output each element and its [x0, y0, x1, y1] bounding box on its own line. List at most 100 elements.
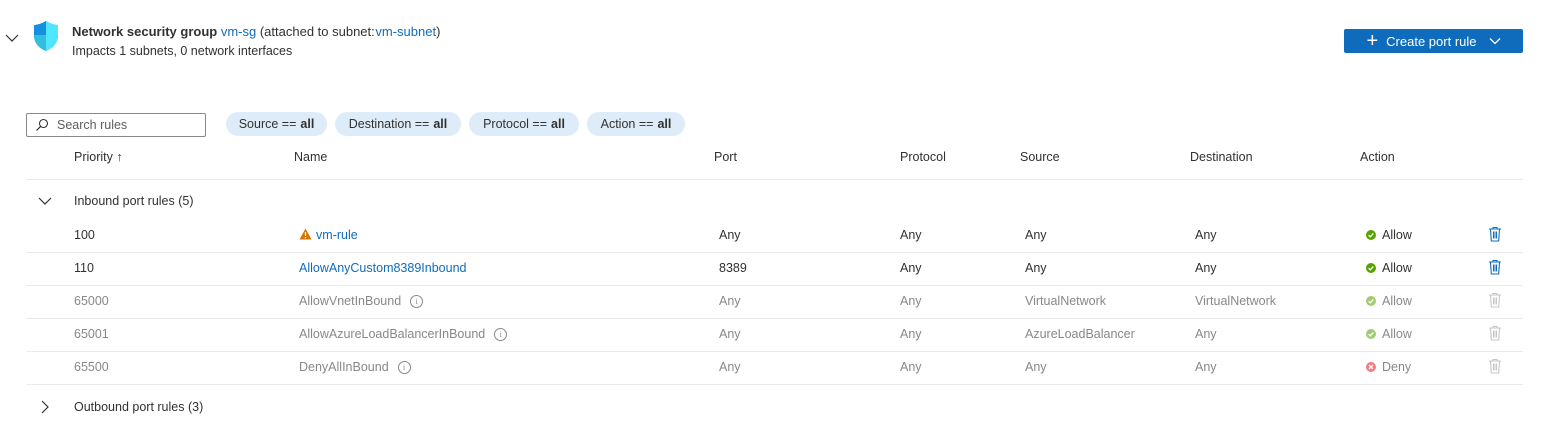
shield-icon: [34, 21, 58, 51]
search-input[interactable]: [57, 118, 197, 132]
rule-action: Allow: [1366, 294, 1412, 308]
column-header-protocol[interactable]: Protocol: [900, 150, 946, 164]
table-row[interactable]: 65001 AllowAzureLoadBalancerInBound i Any An…: [26, 318, 1523, 352]
filter-pill-protocol[interactable]: Protocol == all: [469, 112, 579, 136]
filter-pill-action[interactable]: Action == all: [587, 112, 685, 136]
filter-pill-destination[interactable]: Destination == all: [335, 112, 461, 136]
rule-action-label: Deny: [1382, 360, 1412, 374]
rule-source: Any: [1025, 228, 1047, 242]
rule-name-cell: DenyAllInBound i: [299, 360, 411, 375]
rule-priority: 100: [74, 228, 95, 242]
chevron-down-icon[interactable]: [38, 194, 52, 208]
delete-icon[interactable]: [1488, 358, 1502, 374]
nsg-name-link[interactable]: vm-sg: [221, 24, 256, 39]
column-header-source[interactable]: Source: [1020, 150, 1060, 164]
rule-action: Allow: [1366, 228, 1412, 242]
column-header-action[interactable]: Action: [1360, 150, 1395, 164]
group-outbound[interactable]: Outbound port rules (3): [26, 392, 1523, 424]
rule-source: VirtualNetwork: [1025, 294, 1107, 308]
rule-port: Any: [719, 228, 741, 242]
rule-protocol: Any: [900, 360, 922, 374]
attached-prefix: (attached to subnet:: [259, 24, 375, 39]
rule-name-cell: AllowVnetInBound i: [299, 294, 424, 309]
rule-protocol: Any: [900, 294, 922, 308]
filter-value: all: [657, 117, 672, 131]
nsg-title: Network security group vm-sg (attached t…: [72, 24, 440, 39]
allow-icon: [1366, 230, 1376, 240]
rule-destination: Any: [1195, 228, 1217, 242]
rule-priority: 110: [74, 261, 94, 275]
filter-key: Destination ==: [348, 117, 430, 131]
group-inbound-label: Inbound port rules (5): [74, 194, 194, 208]
column-header-priority[interactable]: Priority ↑: [74, 150, 123, 164]
rule-action: Deny: [1366, 360, 1411, 374]
table-row[interactable]: 110 AllowAnyCustom8389Inbound 8389 Any Any An…: [26, 252, 1523, 286]
rule-action-label: Allow: [1382, 228, 1412, 242]
filter-pill-source[interactable]: Source == all: [226, 112, 327, 136]
info-icon[interactable]: i: [494, 328, 508, 342]
rule-port: Any: [719, 327, 741, 341]
filter-key: Action ==: [600, 117, 654, 131]
table-row[interactable]: 65000 AllowVnetInBound i Any Any VirtualNetwo…: [26, 285, 1523, 319]
allow-icon: [1366, 296, 1376, 306]
rule-destination: Any: [1195, 261, 1217, 275]
chevron-down-icon: [1489, 38, 1500, 45]
filter-value: all: [433, 117, 448, 131]
header-divider: [26, 179, 1523, 180]
delete-icon[interactable]: [1488, 325, 1502, 341]
column-header-port[interactable]: Port: [714, 150, 737, 164]
rule-destination: Any: [1195, 360, 1217, 374]
rule-source: Any: [1025, 360, 1047, 374]
rule-priority: 65500: [74, 360, 109, 374]
chevron-right-icon[interactable]: [38, 400, 52, 414]
allow-icon: [1366, 329, 1376, 339]
subnet-link[interactable]: vm-subnet: [375, 24, 436, 39]
info-icon[interactable]: i: [410, 295, 424, 309]
rule-protocol: Any: [900, 327, 922, 341]
filter-key: Protocol ==: [483, 117, 548, 131]
rule-name-link[interactable]: vm-rule: [316, 228, 358, 242]
rule-port: 8389: [719, 261, 747, 275]
rule-action-label: Allow: [1382, 261, 1412, 275]
rule-destination: VirtualNetwork: [1195, 294, 1277, 308]
group-outbound-label: Outbound port rules (3): [74, 400, 204, 414]
table-row[interactable]: 100 vm-rule Any Any Any Any Allow: [26, 219, 1523, 253]
nsg-label: Network security group: [72, 24, 218, 39]
rule-action-label: Allow: [1382, 327, 1412, 341]
rule-source: Any: [1025, 261, 1047, 275]
attached-suffix: ): [436, 24, 441, 39]
rule-source: AzureLoadBalancer: [1025, 327, 1135, 341]
rule-name: AllowAzureLoadBalancerInBound: [299, 327, 486, 341]
filter-key: Source ==: [238, 117, 297, 131]
create-port-rule-button[interactable]: + Create port rule: [1344, 29, 1523, 53]
rule-protocol: Any: [900, 261, 922, 275]
rule-action: Allow: [1366, 327, 1412, 341]
plus-icon: +: [1366, 30, 1379, 52]
delete-icon[interactable]: [1488, 259, 1502, 275]
rule-protocol: Any: [900, 228, 922, 242]
collapse-chevron-icon[interactable]: [4, 30, 20, 46]
rule-name-cell: AllowAzureLoadBalancerInBound i: [299, 327, 508, 342]
rule-name: AllowVnetInBound: [299, 294, 402, 308]
rule-name-cell: AllowAnyCustom8389Inbound: [299, 261, 466, 275]
create-port-rule-label: Create port rule: [1386, 33, 1477, 49]
group-inbound[interactable]: Inbound port rules (5): [26, 186, 1523, 218]
filter-value: all: [551, 117, 565, 131]
rule-name-link[interactable]: AllowAnyCustom8389Inbound: [299, 261, 466, 275]
rule-priority: 65001: [74, 327, 109, 341]
search-box[interactable]: [26, 113, 206, 137]
nsg-impacts: Impacts 1 subnets, 0 network interfaces: [72, 44, 293, 58]
rule-port: Any: [719, 360, 741, 374]
table-row[interactable]: 65500 DenyAllInBound i Any Any Any Any Deny: [26, 351, 1523, 385]
rule-name-cell: vm-rule: [299, 228, 358, 242]
rule-action: Allow: [1366, 261, 1412, 275]
warning-icon: [299, 228, 312, 240]
column-header-destination[interactable]: Destination: [1190, 150, 1253, 164]
delete-icon[interactable]: [1488, 292, 1502, 308]
delete-icon[interactable]: [1488, 226, 1502, 242]
filter-value: all: [300, 117, 315, 131]
info-icon[interactable]: i: [397, 361, 411, 375]
rule-action-label: Allow: [1382, 294, 1412, 308]
column-header-name[interactable]: Name: [294, 150, 327, 164]
rule-port: Any: [719, 294, 741, 308]
